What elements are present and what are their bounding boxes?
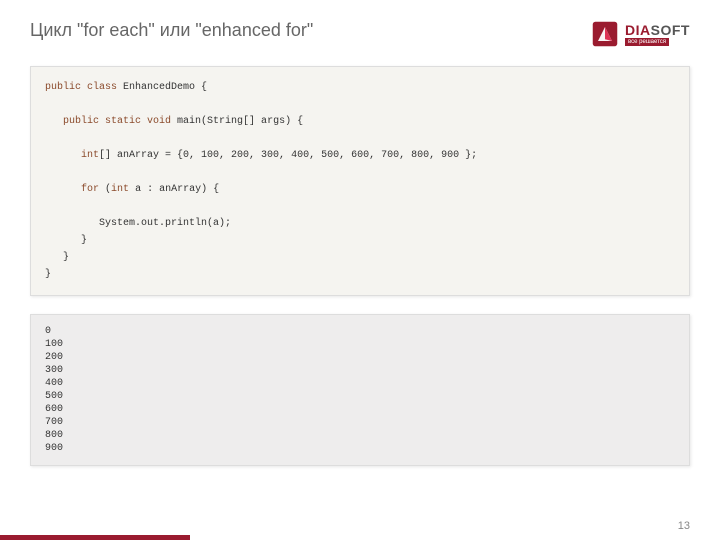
code-block: public class EnhancedDemo { public stati… [30,66,690,296]
logo-icon [591,20,619,48]
logo-text: DIASOFT все решается [625,22,690,46]
output-block: 0 100 200 300 400 500 600 700 800 900 [30,314,690,466]
page-title: Цикл "for each" или "enhanced for" [30,20,313,41]
slide: Цикл "for each" или "enhanced for" DIASO… [0,0,720,540]
logo-brand: DIASOFT [625,22,690,38]
footer-accent-bar [0,535,190,540]
logo: DIASOFT все решается [591,20,690,48]
page-number: 13 [678,520,690,532]
logo-tagline: все решается [625,38,669,46]
header: Цикл "for each" или "enhanced for" DIASO… [30,20,690,48]
